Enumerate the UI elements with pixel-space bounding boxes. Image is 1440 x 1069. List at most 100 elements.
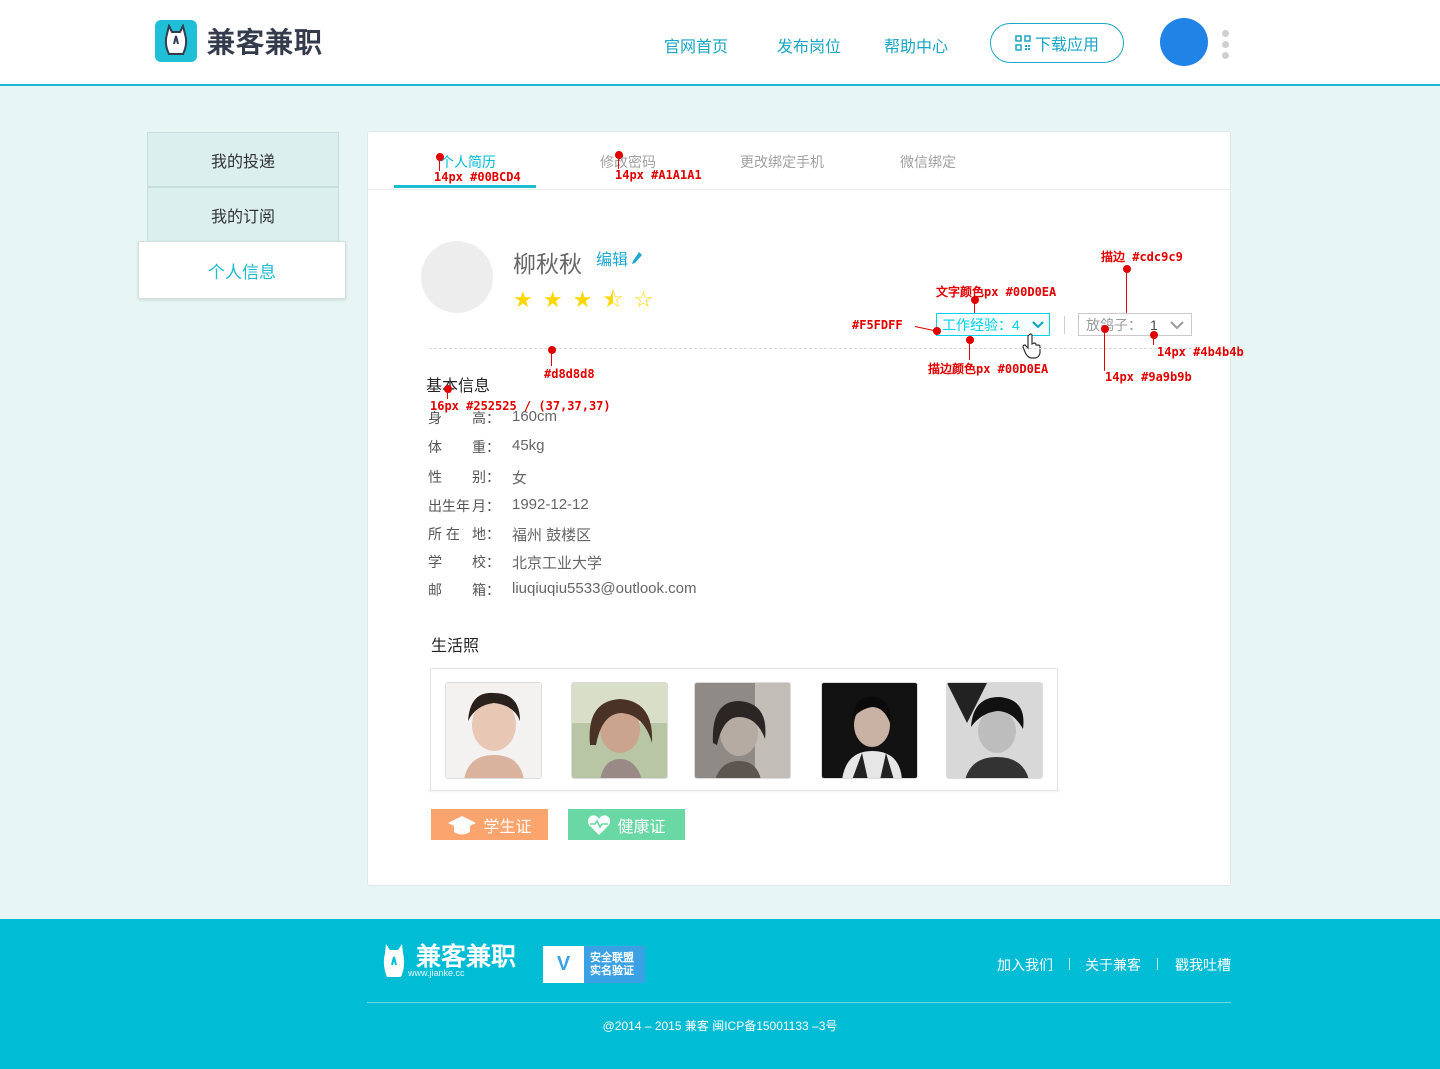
annotation-leader [1126,269,1127,313]
more-menu-icon[interactable] [1222,30,1230,63]
basic-info-title: 基本信息 [426,378,491,395]
verify-line-1: 安全联盟 [590,951,634,964]
sidebar-item-subscriptions[interactable]: 我的订阅 [147,187,339,242]
annotation-leader [439,157,440,171]
life-photo[interactable] [571,682,668,779]
section-divider [429,348,1192,349]
life-photo[interactable] [946,682,1043,779]
nav-home-link[interactable]: 官网首页 [664,33,728,57]
annotation-dot [1150,331,1158,339]
star-empty-icon: ☆ [633,287,656,312]
info-key: 重： [472,439,500,455]
annotation-label: #F5FDFF [852,318,903,332]
profile-name: 柳秋秋 [513,251,582,277]
info-row-weight: 体 重： 45kg [428,437,545,457]
chevron-down-icon [1032,321,1044,329]
info-key: 性 [428,469,442,485]
annotation-dot [933,327,941,335]
annotation-label: 16px #252525 / (37,37,37) [430,399,611,413]
annotation-dot [971,296,979,304]
edit-profile-link[interactable]: 编辑 [596,246,643,270]
footer-brand-logo[interactable]: 兼客兼职 www.jianke.cc [380,941,516,981]
annotation-leader [447,389,448,399]
brand-logo[interactable]: 兼客兼职 [155,20,323,62]
rating-stars: ★ ★ ★ ⯪ ☆ [513,283,655,321]
info-key: 出生年 [428,498,470,514]
tab-change-phone[interactable]: 更改绑定手机 [740,152,824,172]
footer-link-separator [1069,958,1070,970]
graduation-cap-icon [448,815,477,834]
brand-name: 兼客兼职 [207,27,324,58]
info-value: liuqiuqiu5533@outlook.com [512,580,697,597]
top-header: 兼客兼职 官网首页 发布岗位 帮助中心 下载应用 [0,0,1440,86]
nav-post-job-link[interactable]: 发布岗位 [777,33,841,57]
user-avatar[interactable] [1160,18,1208,66]
info-key: 邮 [428,582,442,598]
no-show-count-select[interactable]: 放鸽子： 1 [1078,313,1192,336]
annotation-dot [444,385,452,393]
annotation-label: 14px #9a9b9b [1105,370,1192,384]
footer [0,919,1440,1069]
annotation-dot [1101,325,1109,333]
life-photo[interactable] [821,682,918,779]
download-app-button[interactable]: 下载应用 [990,23,1124,63]
info-value: 北京工业大学 [512,555,603,572]
copyright-text: @2014 – 2015 兼客 闽ICP备15001133 –3号 [602,1019,838,1033]
info-row-birthday: 出生年 月： 1992-12-12 [428,496,589,516]
active-tab-indicator [394,185,536,188]
select-divider [1064,316,1065,334]
health-card-label: 健康证 [617,818,666,836]
annotation-leader [969,340,970,360]
health-card-badge[interactable]: 健康证 [568,809,685,840]
work-experience-label: 工作经验： [942,316,1012,333]
rhino-logo-icon [383,944,405,977]
annotation-label: 描边 #cdc9c9 [1101,250,1183,264]
rhino-logo-icon [155,20,197,62]
security-verification-badge[interactable]: V 安全联盟 实名验证 [543,946,645,983]
work-experience-value: 4 [1012,316,1020,333]
annotation-leader [1104,329,1105,371]
annotation-label: 描边颜色px #00D0EA [928,362,1049,376]
life-photo[interactable] [445,682,542,779]
nav-help-link[interactable]: 帮助中心 [884,33,948,57]
info-key: 学 [428,554,442,570]
info-value: 45kg [512,437,545,454]
star-half-icon: ⯪ [602,287,626,312]
tab-wechat-binding[interactable]: 微信绑定 [900,152,956,172]
edit-profile-label: 编辑 [596,252,629,269]
annotation-label: 14px #4b4b4b [1157,345,1244,359]
footer-link-join-us[interactable]: 加入我们 [997,955,1053,975]
info-key: 别： [472,469,500,485]
profile-avatar[interactable] [421,241,493,313]
info-key: 校： [472,554,500,570]
student-card-badge[interactable]: 学生证 [431,809,548,840]
footer-brand-name: 兼客兼职 [416,942,517,971]
info-row-email: 邮 箱： liuqiuqiu5533@outlook.com [428,580,697,600]
annotation-dot [548,346,556,354]
annotation-dot [1123,265,1131,273]
footer-link-separator [1157,958,1158,970]
footer-link-feedback[interactable]: 戳我吐槽 [1175,955,1231,975]
verified-v-icon: V [543,946,584,983]
info-key: 箱： [472,582,500,598]
annotation-label: 14px #A1A1A1 [615,168,702,182]
life-photo[interactable] [694,682,791,779]
no-show-label: 放鸽子： [1086,316,1142,333]
tab-resume[interactable]: 个人简历 [440,152,496,172]
info-value: 1992-12-12 [512,496,589,513]
sidebar-item-deliveries[interactable]: 我的投递 [147,132,339,187]
info-key: 所 在 [428,526,460,542]
footer-divider [367,1002,1231,1003]
info-value: 女 [512,470,528,487]
info-key: 月： [472,498,500,514]
download-app-label: 下载应用 [1034,37,1099,54]
annotation-leader [551,350,552,366]
star-full-icon: ★ ★ ★ [513,287,595,312]
annotation-leader [1153,335,1154,345]
footer-link-about[interactable]: 关于兼客 [1085,955,1141,975]
info-row-location: 所 在地： 福州 鼓楼区 [428,524,591,545]
annotation-label: 14px #00BCD4 [434,170,521,184]
pencil-icon [632,252,643,264]
sidebar-item-personal-info[interactable]: 个人信息 [138,241,346,299]
sidebar-item-label: 个人信息 [208,262,276,282]
